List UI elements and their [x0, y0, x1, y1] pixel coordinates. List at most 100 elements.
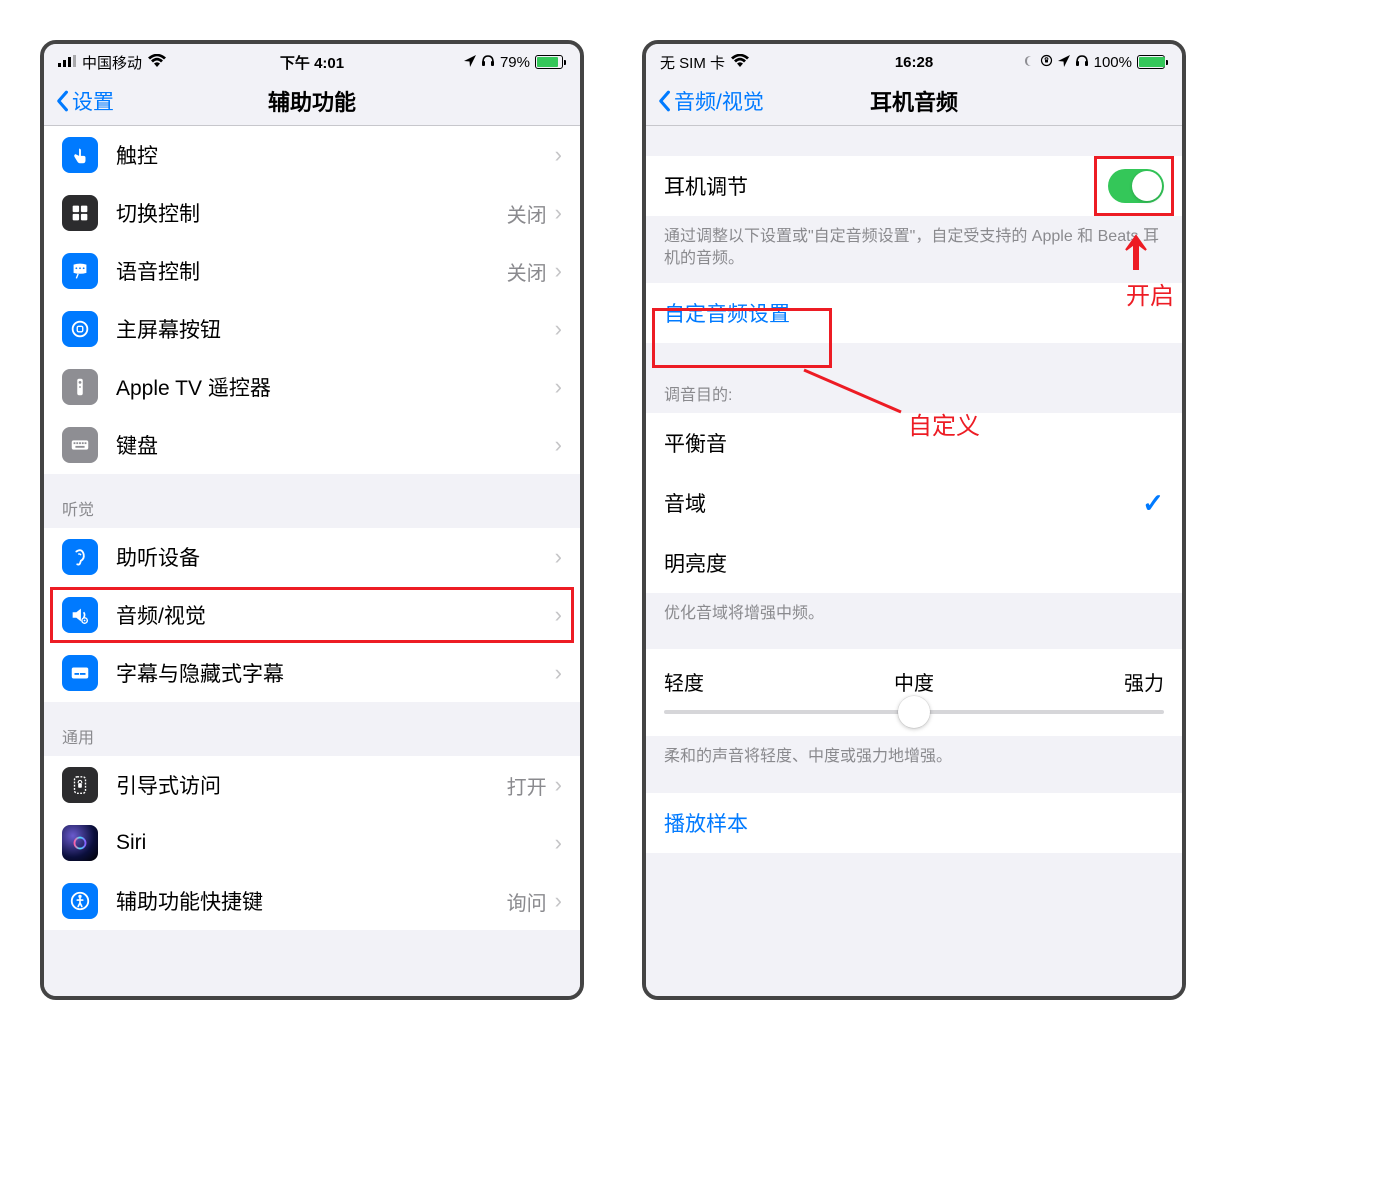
location-icon: [464, 54, 476, 71]
chevron-right-icon: ›: [555, 258, 562, 284]
battery-percentage: 100%: [1094, 54, 1132, 71]
cell-balanced-tone[interactable]: 平衡音: [646, 413, 1182, 473]
status-bar: 无 SIM 卡 16:28 100%: [646, 44, 1182, 76]
chevron-right-icon: ›: [555, 200, 562, 226]
home-button-icon: [62, 311, 98, 347]
nav-back-label: 设置: [72, 86, 114, 116]
cell-subtitles[interactable]: 字幕与隐藏式字幕 ›: [44, 644, 580, 702]
shortcut-icon: [62, 883, 98, 919]
status-time: 下午 4:01: [280, 52, 344, 73]
chevron-left-icon: [54, 90, 70, 112]
cell-audio-visual[interactable]: 音频/视觉 ›: [44, 586, 580, 644]
battery-icon: [535, 55, 566, 69]
cell-value: 打开: [507, 771, 547, 800]
chevron-right-icon: ›: [555, 432, 562, 458]
toggle-headphone-adjust[interactable]: [1108, 169, 1164, 203]
slider-thumb[interactable]: [898, 696, 930, 728]
cell-headphone-adjust[interactable]: 耳机调节: [646, 156, 1182, 216]
headphones-icon: [481, 54, 495, 71]
nav-back-button[interactable]: 设置: [54, 86, 114, 116]
cell-label: 音频/视觉: [116, 600, 555, 630]
audio-visual-icon: [62, 597, 98, 633]
status-time: 16:28: [895, 54, 933, 71]
battery-icon: [1137, 55, 1168, 69]
voice-control-icon: [62, 253, 98, 289]
chevron-right-icon: ›: [555, 544, 562, 570]
nav-bar: 设置 辅助功能: [44, 76, 580, 126]
cell-apple-tv-remote[interactable]: Apple TV 遥控器 ›: [44, 358, 580, 416]
footer-tune-desc: 优化音域将增强中频。: [646, 593, 1182, 639]
cell-switch-control[interactable]: 切换控制 关闭 ›: [44, 184, 580, 242]
cell-label: 字幕与隐藏式字幕: [116, 658, 555, 688]
chevron-right-icon: ›: [555, 142, 562, 168]
footer-headphone-desc: 通过调整以下设置或"自定音频设置"，自定受支持的 Apple 和 Beats 耳…: [646, 216, 1182, 283]
nav-back-label: 音频/视觉: [674, 86, 764, 116]
cell-label: Siri: [116, 831, 555, 855]
cell-guided-access[interactable]: 引导式访问 打开 ›: [44, 756, 580, 814]
chevron-left-icon: [656, 90, 672, 112]
cell-label: 助听设备: [116, 542, 555, 572]
cell-label: 音域: [664, 488, 1142, 518]
guided-access-icon: [62, 767, 98, 803]
touch-icon: [62, 137, 98, 173]
cell-label: 主屏幕按钮: [116, 314, 555, 344]
chevron-right-icon: ›: [555, 772, 562, 798]
cell-value: 关闭: [507, 199, 547, 228]
wifi-icon: [148, 54, 166, 71]
cell-play-sample[interactable]: 播放样本: [646, 793, 1182, 853]
cell-label: 播放样本: [664, 808, 1164, 838]
status-bar: 中国移动 下午 4:01 79%: [44, 44, 580, 76]
chevron-right-icon: ›: [555, 374, 562, 400]
keyboard-icon: [62, 427, 98, 463]
cell-siri[interactable]: Siri ›: [44, 814, 580, 872]
cell-label: 引导式访问: [116, 770, 507, 800]
chevron-right-icon: ›: [555, 830, 562, 856]
cell-vocal-range[interactable]: 音域 ✓: [646, 473, 1182, 533]
carrier-name: 中国移动: [82, 52, 142, 73]
nav-bar: 音频/视觉 耳机音频: [646, 76, 1182, 126]
cell-label: Apple TV 遥控器: [116, 372, 555, 402]
checkmark-icon: ✓: [1142, 488, 1164, 519]
cell-voice-control[interactable]: 语音控制 关闭 ›: [44, 242, 580, 300]
cell-keyboard[interactable]: 键盘 ›: [44, 416, 580, 474]
siri-icon: [62, 825, 98, 861]
wifi-icon: [731, 54, 749, 71]
signal-bars-icon: [58, 54, 76, 71]
nav-title: 耳机音频: [870, 85, 958, 117]
cell-label: 平衡音: [664, 428, 1164, 458]
cell-label: 自定音频设置: [664, 298, 1164, 328]
headphones-icon: [1075, 54, 1089, 71]
chevron-right-icon: ›: [555, 888, 562, 914]
scroll-content[interactable]: 耳机调节 通过调整以下设置或"自定音频设置"，自定受支持的 Apple 和 Be…: [646, 126, 1182, 996]
hearing-icon: [62, 539, 98, 575]
slider-label-low: 轻度: [664, 667, 704, 696]
chevron-right-icon: ›: [555, 316, 562, 342]
nav-back-button[interactable]: 音频/视觉: [656, 86, 764, 116]
cell-label: 耳机调节: [664, 171, 1108, 201]
scroll-content[interactable]: 触控 › 切换控制 关闭 › 语音控制 关闭 › 主屏幕按钮 ›: [44, 126, 580, 996]
remote-icon: [62, 369, 98, 405]
carrier-name: 无 SIM 卡: [660, 52, 725, 73]
cell-label: 语音控制: [116, 256, 507, 286]
orientation-lock-icon: [1040, 54, 1053, 71]
slider-label-mid: 中度: [894, 667, 934, 696]
slider-track[interactable]: [664, 710, 1164, 714]
phone-right-headphone-audio: 无 SIM 卡 16:28 100% 音频/视觉 耳机音频 耳机调节: [642, 40, 1186, 1000]
location-icon: [1058, 54, 1070, 71]
cell-touch[interactable]: 触控 ›: [44, 126, 580, 184]
cell-label: 触控: [116, 140, 555, 170]
cell-hearing-devices[interactable]: 助听设备 ›: [44, 528, 580, 586]
section-header-general: 通用: [44, 702, 580, 756]
cell-label: 辅助功能快捷键: [116, 886, 507, 916]
chevron-right-icon: ›: [555, 602, 562, 628]
cell-accessibility-shortcut[interactable]: 辅助功能快捷键 询问 ›: [44, 872, 580, 930]
cell-brightness[interactable]: 明亮度: [646, 533, 1182, 593]
slider-strength[interactable]: 轻度 中度 强力: [646, 649, 1182, 736]
battery-percentage: 79%: [500, 54, 530, 71]
cell-label: 键盘: [116, 430, 555, 460]
cell-value: 关闭: [507, 257, 547, 286]
chevron-right-icon: ›: [555, 660, 562, 686]
cell-home-button[interactable]: 主屏幕按钮 ›: [44, 300, 580, 358]
cell-value: 询问: [507, 887, 547, 916]
cell-custom-audio-setup[interactable]: 自定音频设置: [646, 283, 1182, 343]
